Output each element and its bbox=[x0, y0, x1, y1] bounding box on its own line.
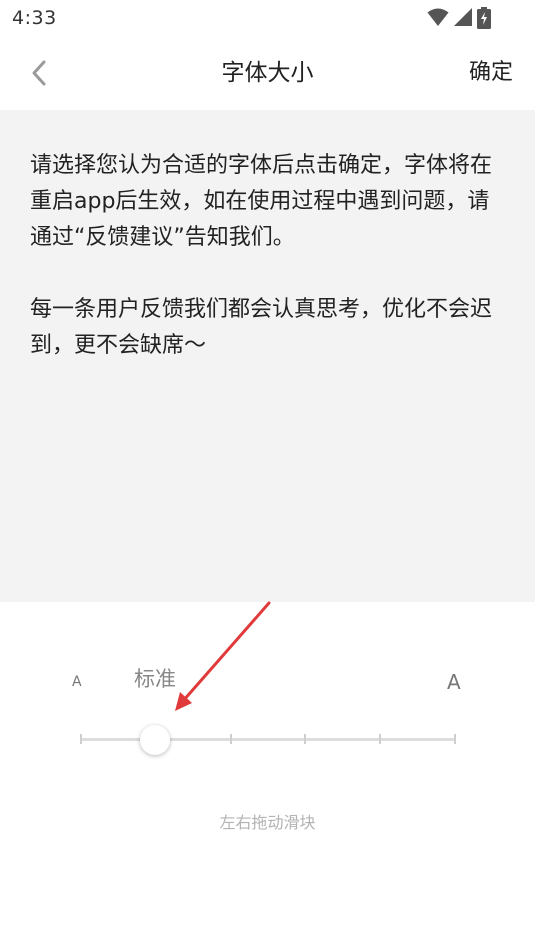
slider-tick bbox=[379, 734, 382, 744]
wifi-icon bbox=[427, 8, 449, 26]
chevron-left-icon bbox=[32, 60, 46, 86]
slider-tick bbox=[229, 734, 232, 744]
slider-track[interactable] bbox=[80, 738, 456, 741]
status-bar: 4:33 bbox=[0, 0, 535, 36]
small-font-label: A bbox=[72, 674, 82, 690]
font-size-control: A 标准 A 左右拖动滑块 bbox=[0, 602, 535, 951]
page-title: 字体大小 bbox=[221, 60, 314, 86]
font-preview-area: 请选择您认为合适的字体后点击确定，字体将在重启app后生效，如在使用过程中遇到问… bbox=[0, 110, 535, 602]
status-icons bbox=[427, 7, 497, 29]
slider-thumb[interactable] bbox=[140, 725, 171, 755]
preview-paragraph-1: 请选择您认为合适的字体后点击确定，字体将在重启app后生效，如在使用过程中遇到问… bbox=[30, 153, 493, 250]
current-level-label: 标准 bbox=[134, 667, 176, 691]
preview-paragraph-2: 每一条用户反馈我们都会认真思考，优化不会迟到，更不会缺席～ bbox=[30, 297, 493, 358]
signal-icon bbox=[454, 8, 472, 26]
nav-bar: 字体大小 确定 bbox=[0, 36, 535, 110]
large-font-label: A bbox=[447, 670, 461, 694]
confirm-button[interactable]: 确定 bbox=[469, 36, 513, 110]
status-time: 4:33 bbox=[12, 7, 57, 29]
slider-tick bbox=[304, 734, 307, 744]
battery-charging-icon bbox=[477, 7, 491, 29]
slider-tick bbox=[454, 734, 456, 744]
slider-hint: 左右拖动滑块 bbox=[219, 813, 316, 832]
slider-tick bbox=[80, 734, 82, 744]
back-button[interactable] bbox=[22, 56, 56, 90]
